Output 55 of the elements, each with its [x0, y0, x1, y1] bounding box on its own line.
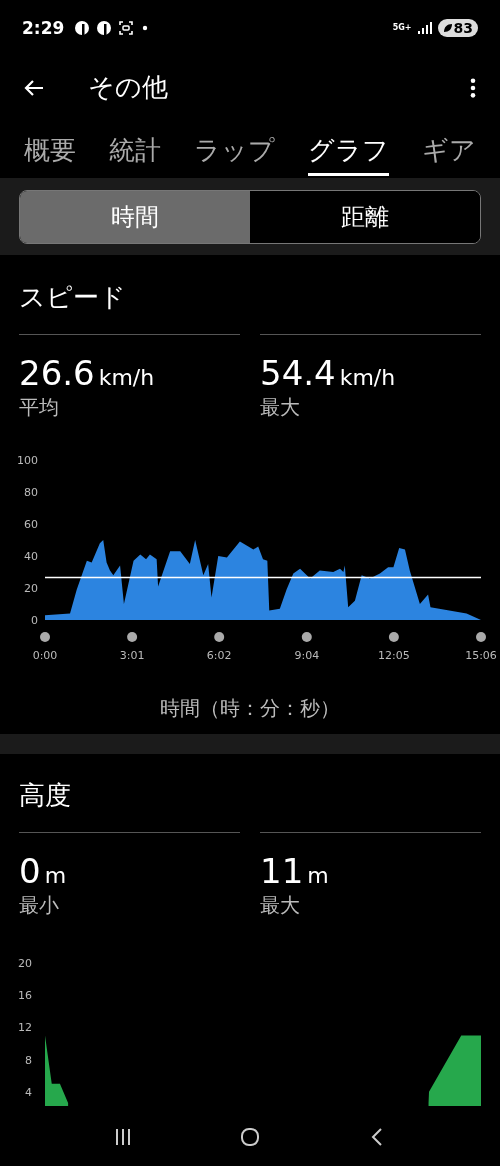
axis-label: 4: [25, 1085, 32, 1099]
axis-label: 12: [18, 1021, 32, 1035]
tab[interactable]: 概要: [24, 120, 76, 176]
screen-title: その他: [88, 71, 169, 104]
section-title: 高度: [19, 779, 72, 812]
notification-dot-icon: [142, 24, 149, 31]
tab[interactable]: ラップ: [194, 120, 275, 176]
x-tick-marker: [40, 632, 50, 642]
axis-label: 0:00: [32, 649, 58, 662]
axis-label: 9:04: [294, 649, 320, 662]
home-icon[interactable]: [240, 1126, 260, 1147]
stat-label: 最大: [260, 394, 301, 421]
stat-unit: m: [307, 863, 329, 888]
circle-app-icon: [96, 19, 113, 36]
signal-icon: [417, 21, 432, 34]
stat-label: 平均: [19, 394, 60, 421]
status-time: 2:29: [22, 17, 65, 38]
stat-value: 26.6: [19, 353, 95, 393]
more-menu-icon[interactable]: [470, 76, 476, 99]
stat-label: 最小: [19, 892, 60, 919]
screenshot-icon: [118, 19, 135, 36]
x-tick-marker: [214, 632, 225, 642]
axis-label: 100: [17, 454, 38, 467]
x-tick-marker: [388, 632, 399, 642]
axis-label: 20: [24, 582, 38, 595]
x-tick-marker: [476, 632, 486, 642]
axis-label: 40: [24, 550, 38, 563]
axis-title: 時間（時：分：秒）: [159, 695, 341, 722]
stat-unit: m: [44, 863, 67, 888]
segment-button[interactable]: 時間: [20, 191, 250, 243]
circle-app-icon: [74, 19, 91, 36]
x-tick-marker: [127, 632, 138, 642]
axis-label: 8: [25, 1053, 32, 1067]
stat-unit: km/h: [98, 365, 155, 390]
axis-label: 20: [18, 957, 32, 970]
stat-unit: km/h: [339, 365, 396, 390]
tab[interactable]: 統計: [109, 120, 161, 176]
network-type: 5G+: [392, 23, 412, 32]
axis-label: 80: [24, 486, 38, 499]
axis-label: 16: [18, 989, 32, 1003]
axis-label: 15:06: [465, 649, 497, 662]
stat-value: 54.4: [260, 353, 336, 393]
section-title: スピード: [19, 281, 127, 314]
stat-value: 0: [19, 851, 41, 891]
axis-label: 12:05: [378, 649, 410, 662]
tab[interactable]: ギア: [422, 120, 476, 176]
axis-label: 3:01: [119, 649, 145, 662]
stat-label: 最大: [260, 892, 301, 919]
stat-value: 11: [260, 851, 304, 891]
axis-label: 0: [31, 614, 38, 627]
axis-label: 60: [24, 518, 38, 531]
axis-label: 6:02: [206, 649, 232, 662]
x-tick-marker: [301, 632, 312, 642]
battery-percent: 83: [453, 19, 473, 36]
leaf-icon: [442, 22, 453, 33]
